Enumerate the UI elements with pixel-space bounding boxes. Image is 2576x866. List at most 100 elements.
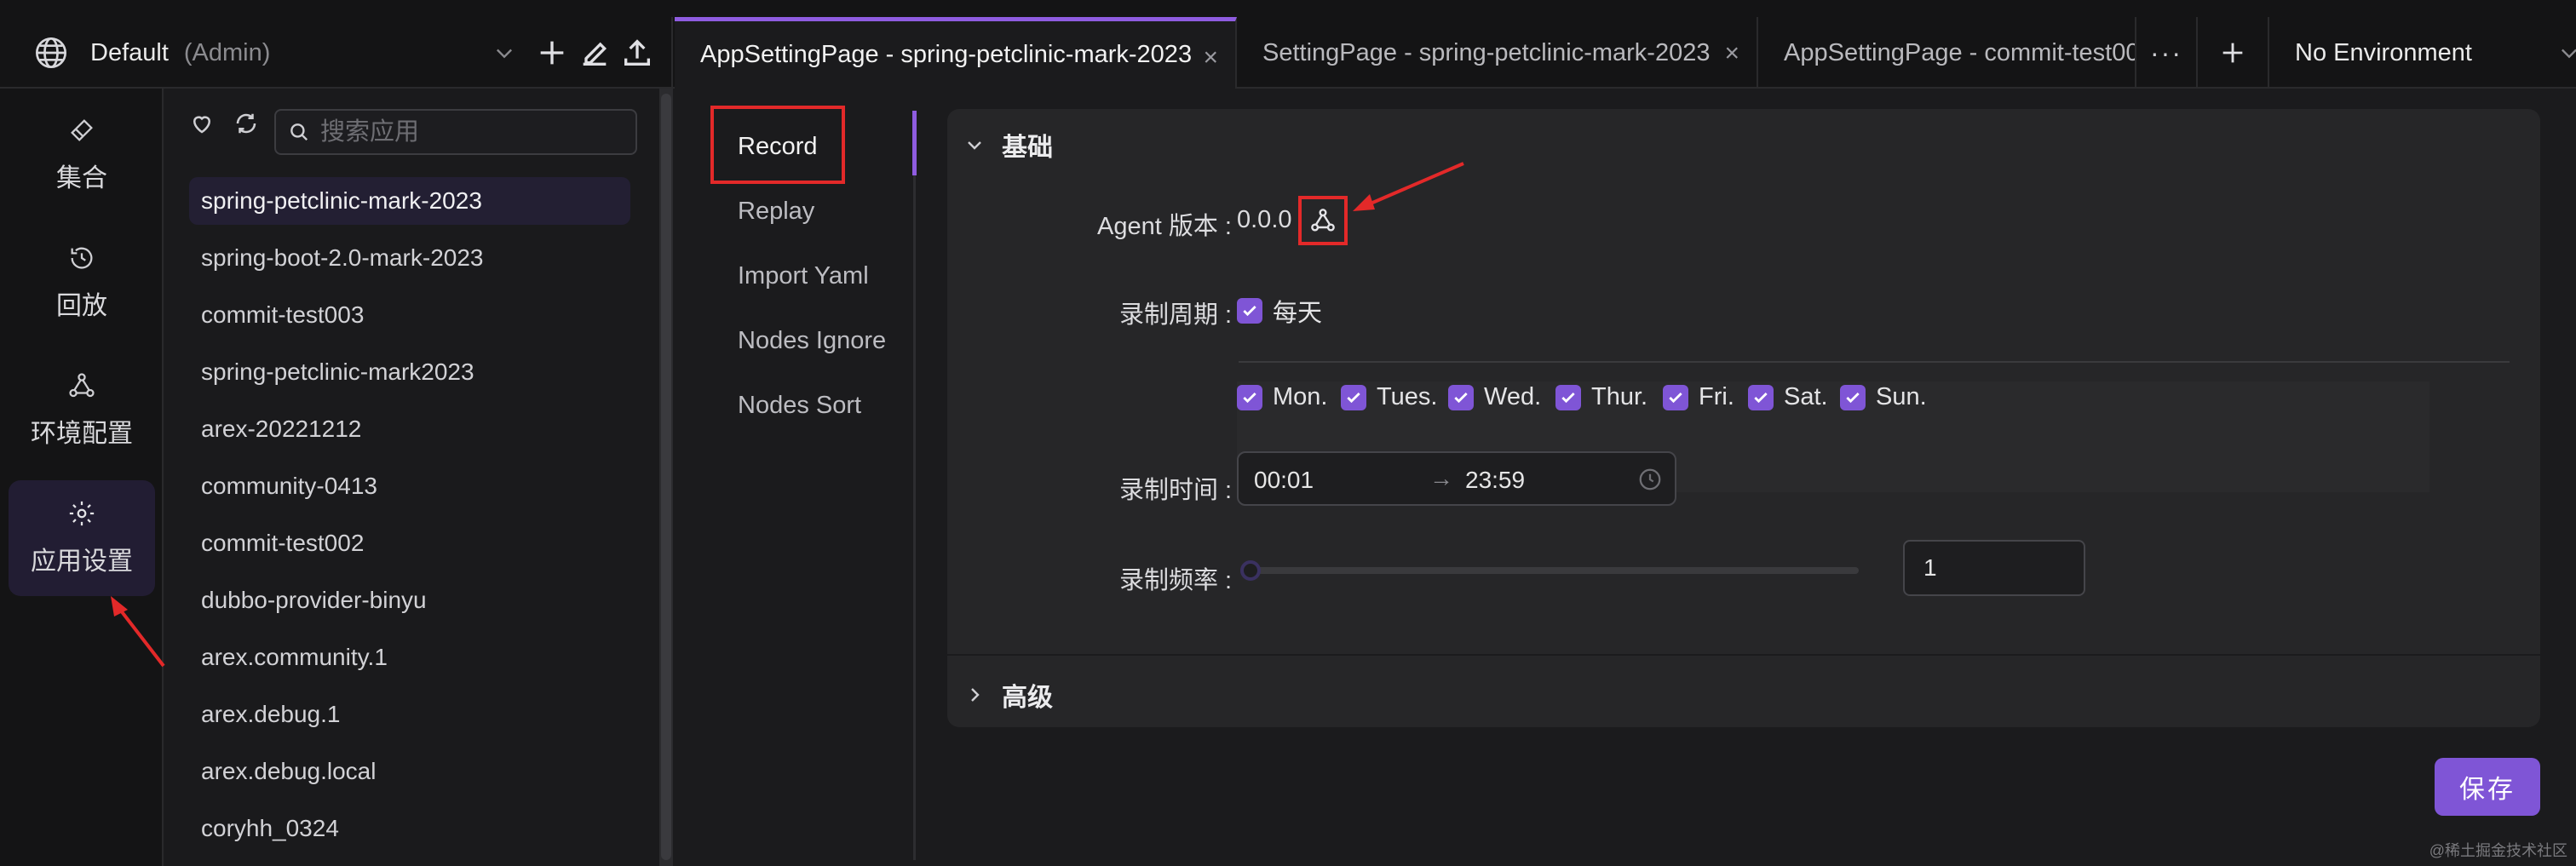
checkbox-checked <box>1341 384 1366 410</box>
rail-item-collection[interactable]: 集合 <box>9 97 155 213</box>
tab-close-icon[interactable]: × <box>1724 39 1739 68</box>
checkbox-label: Wed. <box>1484 383 1542 410</box>
check-icon <box>1561 392 1575 403</box>
checkbox-label: 每天 <box>1273 300 1323 327</box>
section-advanced-title: 高级 <box>1002 684 1053 712</box>
rail-item-replay[interactable]: 回放 <box>9 225 155 341</box>
subnav-nodes-ignore[interactable]: Nodes Ignore <box>712 308 908 373</box>
section-advanced-header[interactable]: 高级 <box>964 676 1053 714</box>
tab-label: AppSettingPage - spring-petclinic-mark-2… <box>700 41 1193 68</box>
record-frequency-label: 录制频率 : <box>1119 567 1233 594</box>
weekday-wed-checkbox[interactable]: Wed. <box>1448 383 1541 411</box>
everyday-checkbox[interactable]: 每天 <box>1237 293 1322 329</box>
weekday-tue-checkbox[interactable]: Tues. <box>1341 383 1437 411</box>
record-cycle-label: 录制周期 : <box>1119 301 1233 329</box>
workspace-selector[interactable]: Default (Admin) <box>0 17 673 89</box>
watermark: @稀土掘金技术社区 <box>2429 842 2567 859</box>
upload-icon[interactable] <box>620 36 654 70</box>
app-list-item[interactable]: dubbo-provider-binyu <box>189 576 630 624</box>
weekday-sat-checkbox[interactable]: Sat. <box>1748 383 1828 411</box>
tabs-more-button[interactable]: ··· <box>2136 17 2198 89</box>
section-basic-header[interactable]: 基础 <box>964 126 1053 163</box>
globe-icon <box>36 37 66 68</box>
weekday-thu-checkbox[interactable]: Thur. <box>1555 383 1647 411</box>
rail-item-environment[interactable]: 环境配置 <box>9 353 155 468</box>
annotation-arrow <box>1353 162 1464 211</box>
subnav-active-indicator <box>912 111 917 175</box>
record-time-label: 录制时间 : <box>1119 477 1233 504</box>
tab-app-setting-commit[interactable]: AppSettingPage - commit-test003 <box>1758 17 2136 89</box>
frequency-input[interactable] <box>1903 540 2085 596</box>
app-list-item[interactable]: arex.community.1 <box>189 634 630 681</box>
checkbox-checked <box>1840 384 1866 410</box>
chevron-down-icon <box>2562 49 2576 59</box>
app-list-item[interactable]: community-0413 <box>189 462 630 510</box>
time-end[interactable]: 23:59 <box>1465 467 1525 494</box>
left-rail: 集合 回放 环境配置 应用设置 <box>0 89 165 866</box>
weekday-sun-checkbox[interactable]: Sun. <box>1840 383 1927 411</box>
checkbox-label: Tues. <box>1377 383 1438 410</box>
app-list-item[interactable]: commit-test002 <box>189 519 630 567</box>
scrollbar-thumb[interactable] <box>661 94 671 860</box>
environment-label: No Environment <box>2295 38 2472 66</box>
chevron-down-icon[interactable] <box>492 41 516 65</box>
annotation-arrow <box>111 596 165 668</box>
clock-icon <box>1639 468 1661 490</box>
app-list-item[interactable]: spring-petclinic-mark-2023 <box>189 177 630 225</box>
add-tab-button[interactable] <box>2198 17 2269 89</box>
app-list-scrollbar[interactable] <box>659 89 673 866</box>
refresh-icon[interactable] <box>233 111 259 136</box>
section-divider <box>947 654 2540 656</box>
rail-label: 回放 <box>56 292 107 320</box>
frequency-slider[interactable] <box>1240 553 1859 588</box>
environment-selector[interactable]: No Environment <box>2271 17 2576 89</box>
workspace-role: (Admin) <box>183 38 271 66</box>
rail-label: 应用设置 <box>31 548 133 576</box>
check-icon <box>1243 305 1256 317</box>
check-icon <box>1243 392 1256 403</box>
app-list-item[interactable]: spring-boot-2.0-mark-2023 <box>189 234 630 282</box>
add-icon[interactable] <box>535 36 569 70</box>
save-button[interactable]: 保存 <box>2435 758 2540 816</box>
checkbox-checked <box>1663 384 1688 410</box>
checkbox-label: Sun. <box>1876 383 1927 410</box>
rail-label: 集合 <box>56 164 107 192</box>
app-list-item[interactable]: arex.debug.1 <box>189 691 630 738</box>
subnav-import-yaml[interactable]: Import Yaml <box>712 244 908 308</box>
app-list-item[interactable]: coryhh_0324 <box>189 805 630 852</box>
weekday-mon-checkbox[interactable]: Mon. <box>1237 383 1327 411</box>
checkbox-checked <box>1237 384 1262 410</box>
tab-label: AppSettingPage - commit-test003 <box>1784 38 2136 66</box>
tab-app-setting-page[interactable]: AppSettingPage - spring-petclinic-mark-2… <box>675 17 1237 89</box>
app-list-item[interactable]: arex.debug.local <box>189 748 630 795</box>
checkbox-label: Mon. <box>1273 383 1328 410</box>
replay-icon <box>71 247 93 269</box>
heart-icon[interactable] <box>189 111 215 136</box>
checkbox-label: Sat. <box>1784 383 1828 410</box>
search-icon <box>290 123 308 141</box>
weekday-fri-checkbox[interactable]: Fri. <box>1663 383 1734 411</box>
app-list-item[interactable]: spring-petclinic-mark2023 <box>189 348 630 396</box>
main-pane: Record Replay Import Yaml Nodes Ignore N… <box>675 89 2576 866</box>
app-list-item[interactable]: commit-test003 <box>189 291 630 339</box>
slider-handle[interactable] <box>1240 560 1261 581</box>
chevron-right-icon <box>971 688 980 702</box>
subnav-replay[interactable]: Replay <box>712 179 908 244</box>
tab-setting-page[interactable]: SettingPage - spring-petclinic-mark-2023… <box>1237 17 1758 89</box>
app-search[interactable] <box>274 109 637 155</box>
edit-icon[interactable] <box>578 36 612 70</box>
record-annotation-box <box>710 106 845 184</box>
checkbox-checked <box>1555 384 1581 410</box>
check-icon <box>1347 392 1360 403</box>
check-icon <box>1754 392 1768 403</box>
agent-cluster-icon[interactable] <box>1309 207 1337 234</box>
subnav-nodes-sort[interactable]: Nodes Sort <box>712 373 908 438</box>
agent-version-value: 0.0.0 <box>1237 206 1292 233</box>
time-range-picker[interactable]: 00:01 → 23:59 <box>1237 451 1676 506</box>
search-input[interactable] <box>320 118 627 146</box>
app-list-panel: spring-petclinic-mark-2023 spring-boot-2… <box>165 89 659 866</box>
time-start[interactable]: 00:01 <box>1254 467 1314 494</box>
tab-close-icon[interactable]: × <box>1203 43 1218 72</box>
rail-item-app-settings[interactable]: 应用设置 <box>9 480 155 596</box>
app-list-item[interactable]: arex-20221212 <box>189 405 630 453</box>
